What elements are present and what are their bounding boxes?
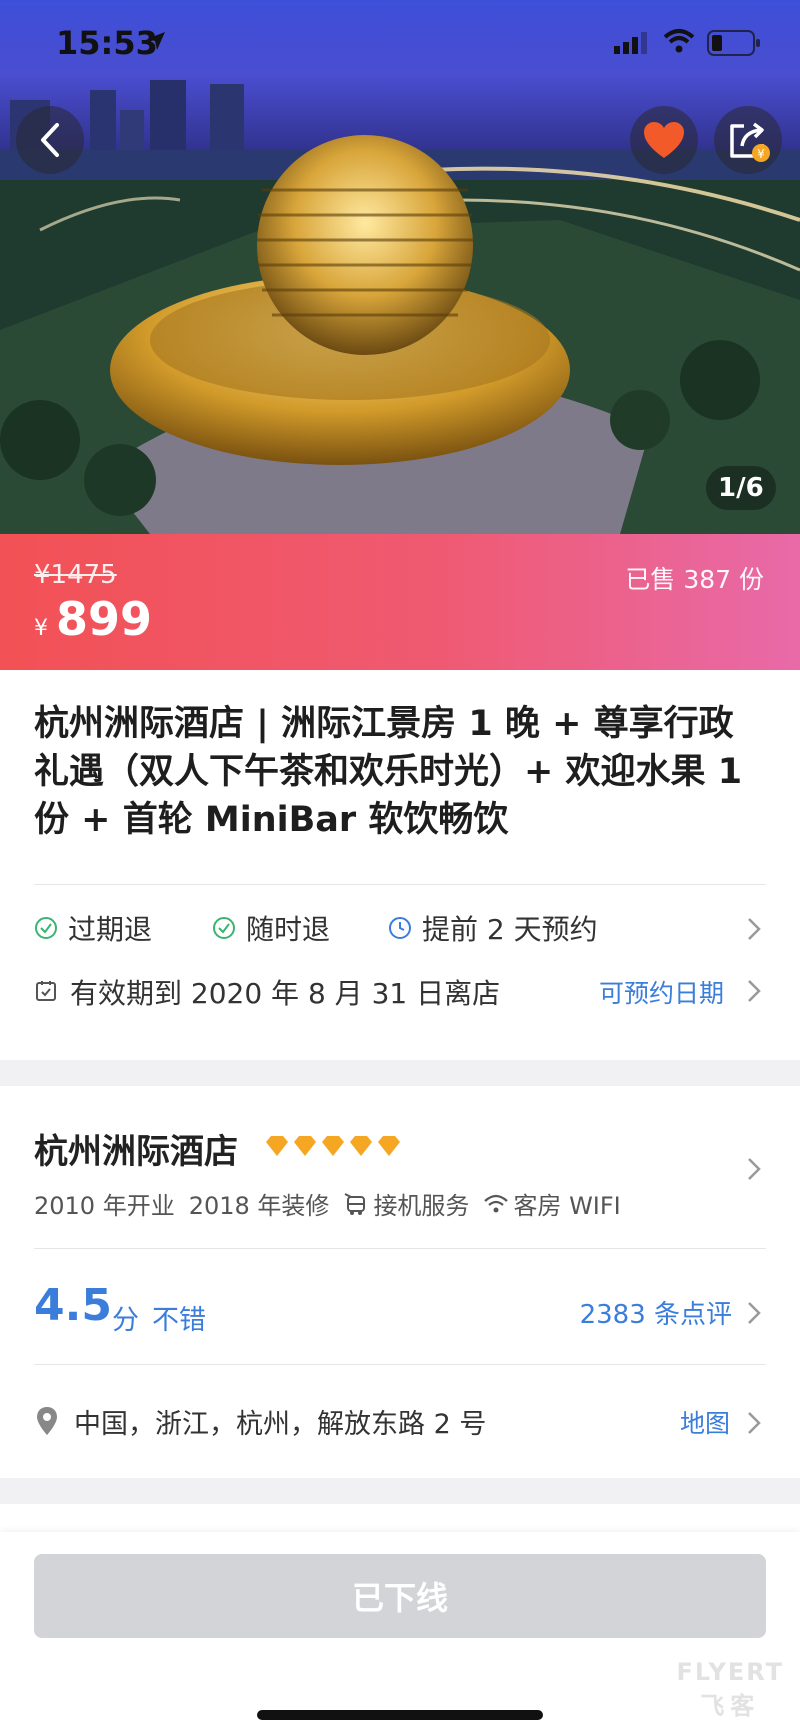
- divider: [34, 1248, 766, 1249]
- airport-shuttle-icon: [343, 1191, 369, 1217]
- hotel-star-rating: [264, 1134, 404, 1158]
- sold-count: 已售 387 份: [625, 565, 764, 594]
- policy-label: 提前 2 天预约: [422, 913, 598, 946]
- clock-icon: [389, 917, 411, 939]
- section-gap: [0, 1060, 800, 1086]
- chevron-right-icon: [748, 980, 761, 1002]
- heart-icon: [644, 122, 684, 158]
- rating-row[interactable]: 4.5 分 不错 2383 条点评: [34, 1280, 766, 1336]
- policy-label: 过期退: [68, 913, 153, 946]
- chevron-right-icon: [748, 1302, 761, 1324]
- address-text: 中国，浙江，杭州，解放东路 2 号: [74, 1409, 487, 1440]
- validity-row[interactable]: 有效期到 2020 年 8 月 31 日离店 可预约日期: [34, 970, 766, 1014]
- wifi-icon: [483, 1193, 509, 1215]
- policy-advance-booking: 提前 2 天预约: [388, 908, 598, 948]
- battery-icon: [707, 30, 761, 60]
- reviews-link[interactable]: 2383 条点评: [580, 1294, 732, 1331]
- hotel-meta: 2010 年开业 2018 年装修 接机服务 客房 WIFI: [34, 1186, 635, 1221]
- section-gap: [0, 1478, 800, 1504]
- currency-symbol: ¥: [34, 616, 48, 641]
- cellular-signal-icon: [614, 32, 650, 58]
- back-button[interactable]: [16, 106, 84, 174]
- check-circle-icon: [35, 917, 57, 939]
- share-icon: ¥: [730, 122, 770, 162]
- chevron-right-icon: [748, 1412, 761, 1434]
- service-pickup: 接机服务: [373, 1192, 470, 1220]
- rating-score: 4.5: [34, 1280, 112, 1331]
- photo-counter: 1/6: [706, 466, 776, 510]
- chevron-left-icon: [41, 123, 59, 157]
- location-arrow-icon: [145, 30, 167, 56]
- wifi-icon: [663, 28, 695, 58]
- svg-text:¥: ¥: [757, 147, 765, 161]
- divider: [34, 884, 766, 885]
- price-bar: ¥1475 已售 387 份 ¥ 899: [0, 534, 800, 670]
- hero-photo[interactable]: 15:53 ¥ 1/6: [0, 0, 800, 534]
- original-price: ¥1475: [34, 560, 117, 590]
- share-earn-button[interactable]: ¥: [714, 106, 782, 174]
- policy-expired-refund: 过期退: [34, 908, 152, 948]
- status-bar: 15:53: [0, 0, 800, 88]
- current-price: 899: [56, 592, 153, 646]
- calendar-check-icon: [36, 981, 56, 1001]
- watermark: FLYERT 飞客: [677, 1658, 785, 1721]
- location-pin-icon: [37, 1407, 57, 1435]
- diamond-icon: [266, 1136, 400, 1156]
- watermark-line2: 飞客: [700, 1692, 761, 1720]
- favorite-button[interactable]: [630, 106, 698, 174]
- check-circle-icon: [213, 917, 235, 939]
- rating-unit: 分: [112, 1305, 139, 1336]
- service-wifi: 客房 WIFI: [513, 1192, 621, 1220]
- address-row[interactable]: 中国，浙江，杭州，解放东路 2 号 地图: [34, 1398, 766, 1446]
- bottom-action-bar: 已下线 FLYERT 飞客: [0, 1532, 800, 1732]
- watermark-line1: FLYERT: [676, 1658, 784, 1686]
- policy-anytime-refund: 随时退: [212, 908, 330, 948]
- status-time: 15:53: [56, 24, 158, 62]
- product-title: 杭州洲际酒店 | 洲际江景房 1 晚 + 尊享行政礼遇（双人下午茶和欢乐时光）+…: [34, 704, 743, 840]
- home-indicator[interactable]: [257, 1710, 543, 1720]
- offline-status-button[interactable]: 已下线: [34, 1554, 766, 1638]
- chevron-right-icon: [748, 1158, 761, 1180]
- policy-row[interactable]: 过期退 随时退 提前 2 天预约: [34, 908, 766, 952]
- policy-label: 随时退: [246, 913, 331, 946]
- map-link[interactable]: 地图: [680, 1404, 730, 1440]
- hotel-renovated: 2018 年装修: [188, 1192, 330, 1220]
- rating-word: 不错: [152, 1305, 206, 1336]
- available-dates-link[interactable]: 可预约日期: [599, 974, 724, 1010]
- validity-text: 有效期到 2020 年 8 月 31 日离店: [70, 977, 501, 1010]
- hotel-name: 杭州洲际酒店: [34, 1132, 238, 1172]
- chevron-right-icon: [748, 918, 761, 940]
- hotel-opened: 2010 年开业: [34, 1192, 175, 1220]
- divider: [34, 1364, 766, 1365]
